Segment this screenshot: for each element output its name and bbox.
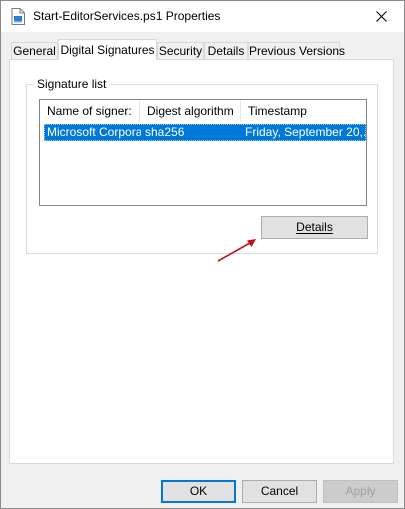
- cell-signer: Microsoft Corpora...: [47, 125, 141, 139]
- tab-label: Previous Versions: [249, 44, 346, 58]
- signature-details-button[interactable]: Details: [261, 216, 368, 239]
- tab-details[interactable]: Details: [204, 42, 248, 59]
- properties-dialog: Start-EditorServices.ps1 Properties Gene…: [0, 0, 405, 509]
- ok-button[interactable]: OK: [161, 480, 236, 503]
- tab-general[interactable]: General: [11, 42, 58, 59]
- tab-digital-signatures[interactable]: Digital Signatures: [58, 39, 157, 60]
- script-file-icon: [11, 8, 25, 25]
- signature-list[interactable]: Name of signer: Digest algorithm Timesta…: [39, 99, 367, 206]
- title-bar[interactable]: Start-EditorServices.ps1 Properties: [1, 1, 404, 32]
- button-label: Apply: [345, 484, 376, 498]
- signature-list-group: Signature list Name of signer: Digest al…: [26, 77, 378, 254]
- tab-previous-versions[interactable]: Previous Versions: [248, 42, 345, 59]
- cell-digest: sha256: [145, 125, 185, 139]
- tab-security[interactable]: Security: [157, 42, 204, 59]
- cell-timestamp: Friday, September 20,...: [245, 125, 367, 139]
- table-row[interactable]: Microsoft Corpora... sha256 Friday, Sept…: [44, 124, 366, 141]
- column-label: Name of signer:: [47, 104, 132, 118]
- apply-button: Apply: [323, 480, 398, 503]
- button-label: Details: [296, 220, 333, 234]
- window-title: Start-EditorServices.ps1 Properties: [33, 9, 221, 23]
- tab-label: General: [13, 44, 56, 58]
- list-header: Name of signer: Digest algorithm Timesta…: [40, 100, 366, 122]
- column-header-digest[interactable]: Digest algorithm: [140, 100, 241, 122]
- column-label: Timestamp: [248, 104, 307, 118]
- column-header-signer[interactable]: Name of signer:: [40, 100, 140, 122]
- red-arrow-icon: [217, 239, 256, 262]
- column-header-timestamp[interactable]: Timestamp: [241, 100, 366, 122]
- button-label: OK: [189, 484, 208, 498]
- tab-label: Details: [207, 44, 245, 58]
- button-label: Cancel: [260, 484, 299, 498]
- tab-label: Security: [158, 44, 203, 58]
- close-button[interactable]: [358, 1, 404, 32]
- tab-panel-digital-signatures: Signature list Name of signer: Digest al…: [9, 59, 394, 464]
- cancel-button[interactable]: Cancel: [242, 480, 317, 503]
- column-label: Digest algorithm: [147, 104, 234, 118]
- group-label: Signature list: [34, 77, 110, 91]
- close-icon: [375, 11, 387, 22]
- tab-label: Digital Signatures: [60, 43, 155, 57]
- tab-strip: General Digital Signatures Security Deta…: [9, 39, 394, 60]
